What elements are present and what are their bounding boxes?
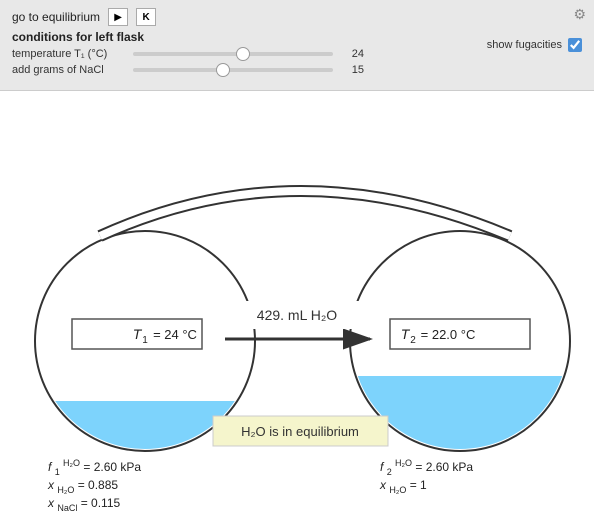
svg-text:= 24 °C: = 24 °C (153, 327, 197, 342)
svg-text:x NaCl = 0.115: x NaCl = 0.115 (47, 496, 121, 513)
reset-button[interactable]: K (136, 8, 156, 26)
play-button[interactable]: ▶ (108, 8, 128, 26)
svg-text:1: 1 (142, 335, 148, 346)
svg-text:H₂O is in equilibrium: H₂O is in equilibrium (241, 424, 359, 439)
svg-text:f 2 H₂O = 2: f 2 H₂O = 2.60 kPa (380, 458, 473, 477)
svg-text:x H₂O = 0.885: x H₂O = 0.885 (47, 478, 118, 495)
settings-icon[interactable]: ⚙ (573, 6, 586, 23)
nacl-row: add grams of NaCl 15 (12, 64, 582, 76)
nacl-label: add grams of NaCl (12, 64, 127, 76)
svg-text:429. mL H₂O: 429. mL H₂O (257, 307, 338, 323)
svg-text:x H₂O = 1: x H₂O = 1 (379, 478, 427, 495)
svg-text:f 1 H₂O = 2: f 1 H₂O = 2.60 kPa (48, 458, 141, 477)
svg-text:T: T (133, 326, 143, 342)
temperature-slider-track[interactable] (133, 52, 333, 56)
nacl-value: 15 (339, 64, 364, 76)
temperature-label: temperature T₁ (°C) (12, 48, 127, 60)
fugacities-row: show fugacities (487, 38, 582, 52)
go-to-equilibrium-label: go to equilibrium (12, 10, 100, 24)
nacl-slider-thumb[interactable] (216, 63, 230, 77)
diagram-svg: 429. mL H₂O H₂O is in equilibrium T 1 = … (0, 91, 594, 521)
svg-text:= 22.0 °C: = 22.0 °C (421, 327, 476, 342)
svg-text:T: T (401, 326, 411, 342)
fugacities-label: show fugacities (487, 39, 562, 51)
temperature-value: 24 (339, 48, 364, 60)
go-to-equilibrium-row: go to equilibrium ▶ K (12, 8, 582, 26)
nacl-slider-track[interactable] (133, 68, 333, 72)
temperature-slider-thumb[interactable] (236, 47, 250, 61)
diagram-area: 429. mL H₂O H₂O is in equilibrium T 1 = … (0, 91, 594, 521)
fugacities-checkbox[interactable] (568, 38, 582, 52)
control-panel: ⚙ go to equilibrium ▶ K conditions for l… (0, 0, 594, 91)
svg-text:2: 2 (410, 335, 416, 346)
